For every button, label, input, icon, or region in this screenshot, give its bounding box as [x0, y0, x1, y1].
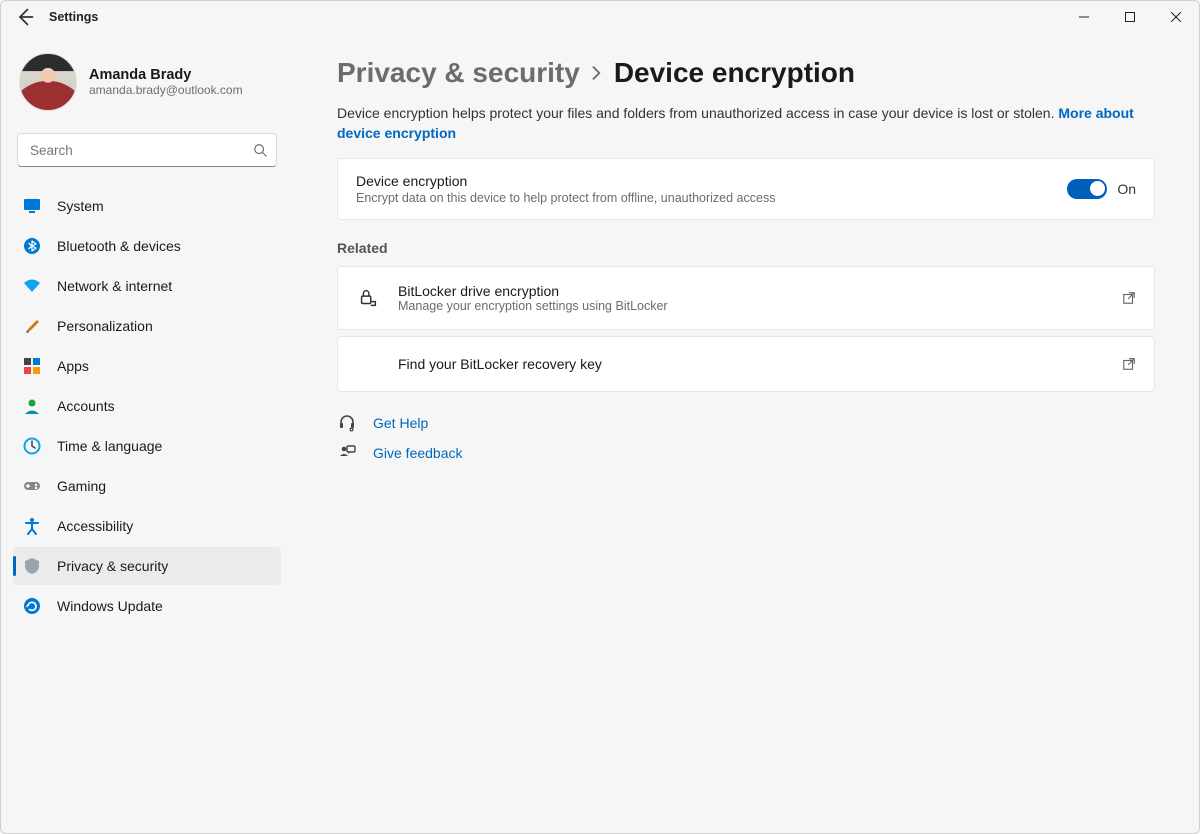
apps-icon — [23, 357, 41, 375]
monitor-icon — [23, 197, 41, 215]
external-link-icon — [1122, 291, 1136, 305]
sidebar-item-label: Accessibility — [57, 518, 133, 534]
sidebar-item-accessibility[interactable]: Accessibility — [13, 507, 281, 545]
sidebar-item-time-language[interactable]: Time & language — [13, 427, 281, 465]
sidebar-item-label: Windows Update — [57, 598, 163, 614]
close-button[interactable] — [1153, 1, 1199, 33]
shield-icon — [23, 557, 41, 575]
sidebar-item-system[interactable]: System — [13, 187, 281, 225]
maximize-button[interactable] — [1107, 1, 1153, 33]
device-encryption-subtitle: Encrypt data on this device to help prot… — [356, 191, 775, 205]
sidebar-item-label: Time & language — [57, 438, 162, 454]
profile[interactable]: Amanda Brady amanda.brady@outlook.com — [13, 49, 281, 127]
feedback-icon — [337, 444, 357, 462]
breadcrumb: Privacy & security Device encryption — [337, 57, 1155, 89]
paintbrush-icon — [23, 317, 41, 335]
accessibility-icon — [23, 517, 41, 535]
link-card-title: Find your BitLocker recovery key — [398, 356, 1104, 372]
avatar — [19, 53, 77, 111]
link-card-subtitle: Manage your encryption settings using Bi… — [398, 299, 1104, 313]
wifi-icon — [23, 277, 41, 295]
sidebar-item-bluetooth[interactable]: Bluetooth & devices — [13, 227, 281, 265]
bitlocker-card[interactable]: BitLocker drive encryption Manage your e… — [337, 266, 1155, 330]
related-header: Related — [337, 240, 1155, 256]
description-text: Device encryption helps protect your fil… — [337, 105, 1058, 121]
sidebar-item-label: Gaming — [57, 478, 106, 494]
arrow-left-icon — [15, 7, 35, 27]
sidebar-item-label: Personalization — [57, 318, 153, 334]
search-input[interactable] — [17, 133, 277, 167]
search-icon — [253, 143, 267, 157]
footer-link-label: Give feedback — [373, 445, 463, 461]
sidebar-item-network[interactable]: Network & internet — [13, 267, 281, 305]
recovery-key-card[interactable]: Find your BitLocker recovery key — [337, 336, 1155, 392]
device-encryption-toggle[interactable] — [1067, 179, 1107, 199]
get-help-link[interactable]: Get Help — [337, 414, 1155, 432]
sidebar-item-accounts[interactable]: Accounts — [13, 387, 281, 425]
profile-email: amanda.brady@outlook.com — [89, 83, 243, 97]
footer-link-label: Get Help — [373, 415, 428, 431]
give-feedback-link[interactable]: Give feedback — [337, 444, 1155, 462]
window-controls — [1061, 1, 1199, 33]
sidebar-item-label: Bluetooth & devices — [57, 238, 181, 254]
headset-icon — [337, 414, 357, 432]
sidebar-item-gaming[interactable]: Gaming — [13, 467, 281, 505]
nav: System Bluetooth & devices Network & int… — [13, 187, 281, 625]
person-icon — [23, 397, 41, 415]
gamepad-icon — [23, 477, 41, 495]
chevron-right-icon — [590, 64, 604, 84]
external-link-icon — [1122, 357, 1136, 371]
minimize-button[interactable] — [1061, 1, 1107, 33]
sidebar-item-privacy-security[interactable]: Privacy & security — [13, 547, 281, 585]
sidebar: Amanda Brady amanda.brady@outlook.com Sy… — [1, 33, 301, 833]
link-card-title: BitLocker drive encryption — [398, 283, 1104, 299]
close-icon — [1171, 12, 1181, 22]
device-encryption-title: Device encryption — [356, 173, 775, 189]
sidebar-item-apps[interactable]: Apps — [13, 347, 281, 385]
page-description: Device encryption helps protect your fil… — [337, 103, 1155, 144]
toggle-state-label: On — [1117, 181, 1136, 197]
device-encryption-card: Device encryption Encrypt data on this d… — [337, 158, 1155, 220]
sidebar-item-personalization[interactable]: Personalization — [13, 307, 281, 345]
lock-drive-icon — [356, 287, 380, 309]
footer-links: Get Help Give feedback — [337, 414, 1155, 462]
update-icon — [23, 597, 41, 615]
sidebar-item-label: System — [57, 198, 104, 214]
main-content: Privacy & security Device encryption Dev… — [301, 33, 1199, 833]
sidebar-item-label: Network & internet — [57, 278, 172, 294]
sidebar-item-windows-update[interactable]: Windows Update — [13, 587, 281, 625]
app-title: Settings — [49, 10, 98, 24]
page-title: Device encryption — [614, 57, 855, 89]
profile-name: Amanda Brady — [89, 67, 243, 83]
sidebar-item-label: Accounts — [57, 398, 115, 414]
minimize-icon — [1079, 12, 1089, 22]
back-button[interactable] — [15, 7, 35, 27]
breadcrumb-parent[interactable]: Privacy & security — [337, 57, 580, 89]
sidebar-item-label: Apps — [57, 358, 89, 374]
search-box — [17, 133, 277, 167]
maximize-icon — [1125, 12, 1135, 22]
globe-clock-icon — [23, 437, 41, 455]
bluetooth-icon — [23, 237, 41, 255]
sidebar-item-label: Privacy & security — [57, 558, 168, 574]
title-bar: Settings — [1, 1, 1199, 33]
